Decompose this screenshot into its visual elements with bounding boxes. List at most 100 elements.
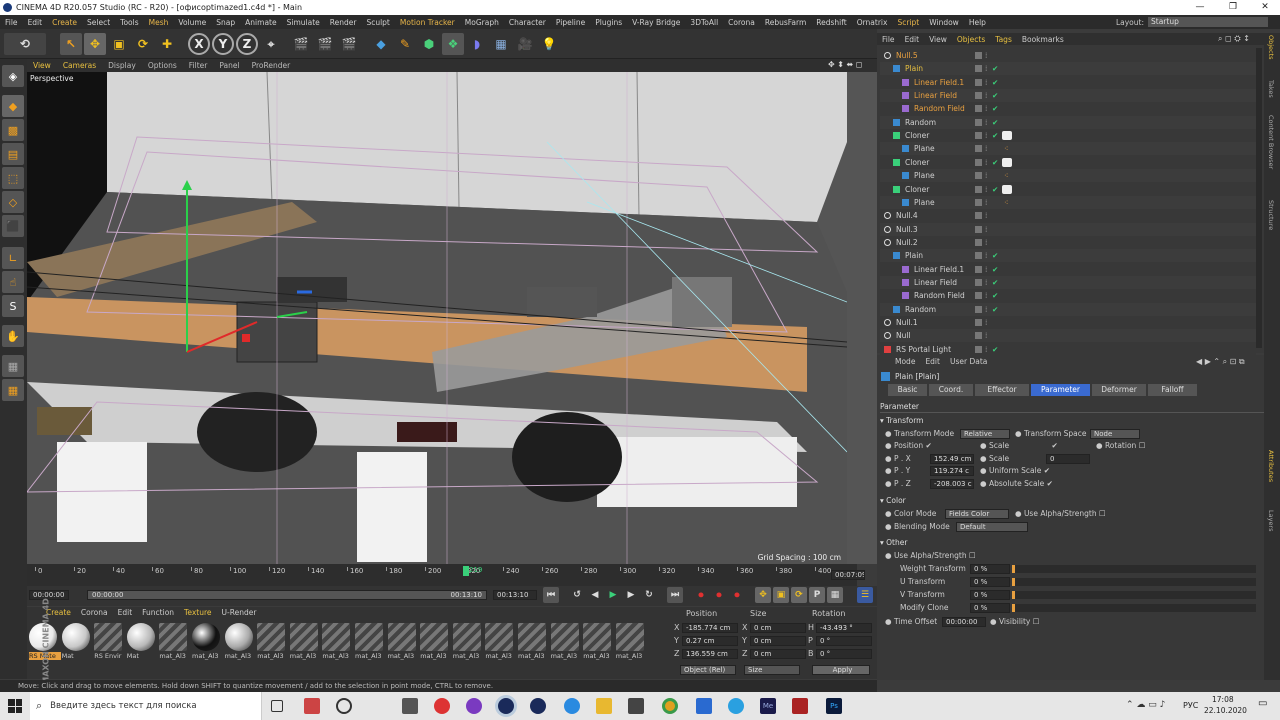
objects-menu-edit[interactable]: Edit bbox=[900, 35, 925, 44]
c4d-lite-app-icon[interactable] bbox=[530, 698, 546, 714]
enabled-check-icon[interactable]: ✔ bbox=[992, 102, 998, 115]
coord-mode-dropdown[interactable]: Object (Rel) bbox=[680, 665, 736, 675]
z-axis-button[interactable]: Z bbox=[236, 33, 258, 55]
object-row[interactable]: Cloner ⁞ ✔ bbox=[880, 129, 1256, 143]
scale-tool-icon[interactable]: ▣ bbox=[108, 33, 130, 55]
layer-icon[interactable] bbox=[975, 118, 982, 126]
light-icon[interactable]: 💡 bbox=[538, 33, 560, 55]
layer-icon[interactable] bbox=[975, 332, 982, 340]
transform-space-dropdown[interactable]: Node bbox=[1090, 429, 1140, 439]
menu-select[interactable]: Select bbox=[82, 18, 115, 27]
coord-rotation-field[interactable]: -43.493 ° bbox=[816, 623, 872, 633]
objects-menu-file[interactable]: File bbox=[877, 35, 900, 44]
undo-button[interactable]: ⟲ bbox=[4, 33, 46, 55]
object-row[interactable]: Random Field ⁞ ✔ bbox=[880, 102, 1256, 116]
use-alpha-other-checkbox[interactable]: ☐ bbox=[969, 551, 976, 560]
section-transform[interactable]: ▾ Transform bbox=[880, 416, 923, 425]
scale-checkbox[interactable]: ✔ bbox=[1052, 441, 1058, 450]
menu-animate[interactable]: Animate bbox=[240, 18, 281, 27]
attribute-nav-icons[interactable]: ◀ ▶ ⌃ ⌕ ⊡ ⧉ bbox=[1196, 357, 1245, 367]
objects-menu-bookmarks[interactable]: Bookmarks bbox=[1017, 35, 1069, 44]
objects-menu-objects[interactable]: Objects bbox=[952, 35, 990, 44]
uniform-scale-checkbox[interactable]: ✔ bbox=[1044, 466, 1050, 475]
u-transform-slider[interactable] bbox=[1012, 578, 1256, 586]
next-frame-icon[interactable]: ▶ bbox=[623, 587, 639, 603]
layer-icon[interactable] bbox=[975, 158, 982, 166]
object-row[interactable]: Plain ⁞ ✔ bbox=[880, 62, 1256, 76]
material-swatch[interactable] bbox=[257, 623, 286, 651]
side-tab-layers[interactable]: Layers bbox=[1267, 510, 1275, 532]
go-to-start-icon[interactable]: ⏮ bbox=[543, 587, 559, 603]
layer-icon[interactable] bbox=[975, 145, 982, 153]
subdivision-icon[interactable]: ⬢ bbox=[418, 33, 440, 55]
snap-icon[interactable]: S bbox=[2, 295, 24, 317]
side-tab-attributes[interactable]: Attributes bbox=[1267, 450, 1275, 482]
prev-frame-icon[interactable]: ◀ bbox=[587, 587, 603, 603]
maximize-button[interactable]: ❐ bbox=[1218, 0, 1248, 15]
enabled-check-icon[interactable]: ✔ bbox=[992, 76, 998, 89]
transform-mode-dropdown[interactable]: Relative bbox=[960, 429, 1010, 439]
move-tool-icon[interactable]: ✥ bbox=[84, 33, 106, 55]
objects-menu-tags[interactable]: Tags bbox=[990, 35, 1017, 44]
coord-system-icon[interactable]: ⌖ bbox=[260, 33, 282, 55]
menu-help[interactable]: Help bbox=[964, 18, 991, 27]
object-row[interactable]: Linear Field ⁞ ✔ bbox=[880, 89, 1256, 103]
end-time-field[interactable]: 00:13:10 bbox=[493, 590, 537, 600]
layer-icon[interactable] bbox=[975, 185, 982, 193]
visibility-dots-icon[interactable]: ⁞ bbox=[985, 102, 987, 115]
visibility-dots-icon[interactable]: ⁞ bbox=[985, 223, 987, 236]
axis-mode-icon[interactable]: ∟ bbox=[2, 247, 24, 269]
start-button[interactable] bbox=[8, 699, 22, 713]
v-transform-field[interactable]: 0 % bbox=[970, 590, 1010, 600]
layer-icon[interactable] bbox=[975, 225, 982, 233]
material-tag-icon[interactable] bbox=[1002, 184, 1012, 194]
visibility-dots-icon[interactable]: ⁞ bbox=[985, 129, 987, 142]
visibility-dots-icon[interactable]: ⁞ bbox=[985, 49, 987, 62]
key-param-icon[interactable]: P bbox=[809, 587, 825, 603]
menu-tools[interactable]: Tools bbox=[115, 18, 143, 27]
visibility-dots-icon[interactable]: ⁞ bbox=[985, 89, 987, 102]
close-button[interactable]: ✕ bbox=[1250, 0, 1280, 15]
x-axis-button[interactable]: X bbox=[188, 33, 210, 55]
layer-icon[interactable] bbox=[975, 278, 982, 286]
object-row[interactable]: Random Field ⁞ ✔ bbox=[880, 289, 1256, 303]
tab-coord[interactable]: Coord. bbox=[929, 384, 973, 396]
object-row[interactable]: Linear Field.1 ⁞ ✔ bbox=[880, 262, 1256, 276]
visibility-dots-icon[interactable]: ⁞ bbox=[985, 156, 987, 169]
material-swatch[interactable] bbox=[518, 623, 546, 651]
material-swatch[interactable] bbox=[192, 623, 220, 651]
layer-icon[interactable] bbox=[975, 65, 982, 73]
make-editable-icon[interactable]: ◈ bbox=[2, 65, 24, 87]
material-swatch[interactable] bbox=[159, 623, 188, 651]
viewport-menu-view[interactable]: View bbox=[27, 61, 57, 70]
model-mode-icon[interactable]: ◆ bbox=[2, 95, 24, 117]
viewport-menu-display[interactable]: Display bbox=[102, 61, 142, 70]
slider-handle[interactable] bbox=[1012, 604, 1015, 612]
viewport-perspective[interactable]: Perspective Grid Spacing : 100 cm bbox=[27, 72, 847, 564]
menu-volume[interactable]: Volume bbox=[173, 18, 211, 27]
visibility-dots-icon[interactable]: ⁞ bbox=[985, 169, 987, 182]
tab-falloff[interactable]: Falloff bbox=[1148, 384, 1197, 396]
material-swatch[interactable] bbox=[485, 623, 514, 651]
section-color[interactable]: ▾ Color bbox=[880, 496, 906, 505]
photoshop-icon[interactable]: Ps bbox=[826, 698, 842, 714]
material-swatch[interactable] bbox=[224, 623, 253, 651]
render-view-icon[interactable]: 🎬 bbox=[290, 33, 312, 55]
time-offset-field[interactable]: 00:00:00 bbox=[942, 617, 986, 627]
edges-mode-icon[interactable]: ◇ bbox=[2, 191, 24, 213]
lock-workplane-icon[interactable]: ✋ bbox=[2, 325, 24, 347]
phong-tag-icon[interactable]: ⁖ bbox=[1004, 142, 1008, 155]
camera-icon[interactable]: 🎥 bbox=[514, 33, 536, 55]
key-pla-icon[interactable]: ▦ bbox=[827, 587, 843, 603]
material-tag-icon[interactable] bbox=[1002, 131, 1012, 141]
render-picture-icon[interactable]: 🎬 bbox=[314, 33, 336, 55]
side-tab-takes[interactable]: Takes bbox=[1267, 80, 1275, 98]
menu-pipeline[interactable]: Pipeline bbox=[551, 18, 590, 27]
points-mode-icon[interactable]: ⬚ bbox=[2, 167, 24, 189]
chrome-icon[interactable] bbox=[662, 698, 678, 714]
apply-button[interactable]: Apply bbox=[812, 665, 870, 675]
notifications-icon[interactable]: ▭ bbox=[1258, 698, 1267, 709]
weight-transform-slider[interactable] bbox=[1012, 565, 1256, 573]
pencil-app-icon[interactable] bbox=[304, 698, 320, 714]
prev-key-icon[interactable]: ↺ bbox=[569, 587, 585, 603]
